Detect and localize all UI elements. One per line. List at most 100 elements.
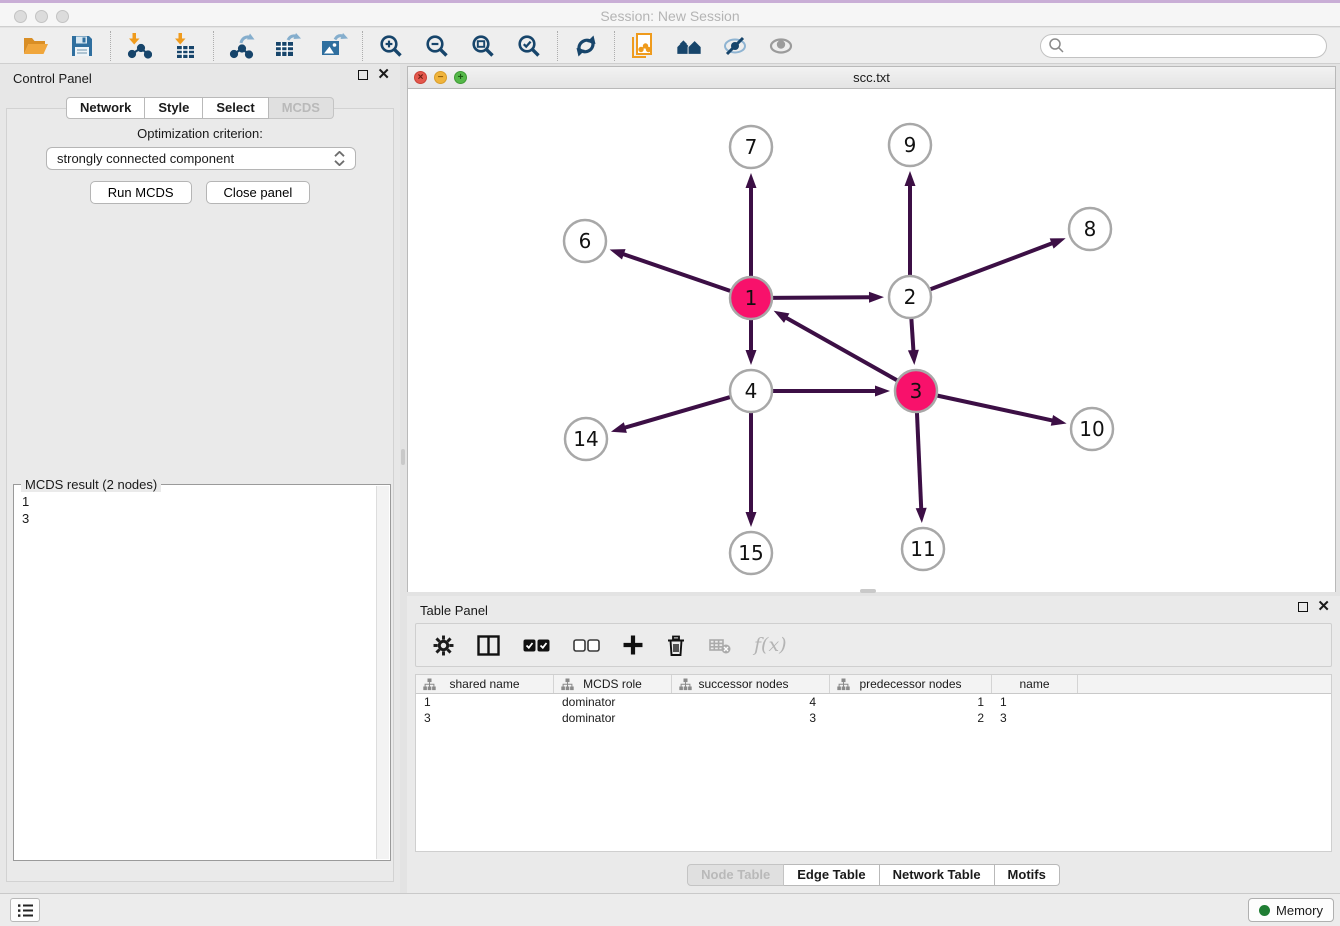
graph-edge-arrowhead — [1050, 238, 1066, 248]
close-panel-icon[interactable]: ✕ — [377, 70, 390, 80]
tab-mcds[interactable]: MCDS — [269, 97, 334, 119]
splitter-handle[interactable] — [860, 589, 876, 593]
status-bar: Memory — [0, 893, 1340, 926]
tab-network[interactable]: Network — [66, 97, 145, 119]
graph-node-8[interactable]: 8 — [1069, 208, 1111, 250]
export-network-icon[interactable] — [228, 32, 256, 60]
column-header[interactable]: shared name — [416, 675, 554, 693]
graph-edge-arrowhead — [611, 422, 627, 433]
table-toolbar: f(x) — [415, 623, 1332, 667]
column-header[interactable]: MCDS role — [554, 675, 672, 693]
svg-text:10: 10 — [1079, 417, 1104, 441]
tab-edge-table[interactable]: Edge Table — [784, 864, 879, 886]
memory-label: Memory — [1276, 903, 1323, 918]
graph-edge-2-3[interactable] — [911, 316, 913, 352]
graph-node-4[interactable]: 4 — [730, 370, 772, 412]
delete-column-icon[interactable] — [666, 635, 686, 656]
open-session-icon[interactable] — [22, 32, 50, 60]
criterion-select[interactable]: strongly connected component — [46, 147, 356, 170]
svg-text:6: 6 — [579, 229, 592, 253]
run-mcds-button[interactable]: Run MCDS — [90, 181, 192, 204]
save-session-icon[interactable] — [68, 32, 96, 60]
zoom-in-icon[interactable] — [377, 32, 405, 60]
zoom-selected-icon[interactable] — [515, 32, 543, 60]
graph-edge-arrowhead — [916, 508, 927, 523]
gear-icon[interactable] — [433, 635, 454, 656]
float-panel-icon[interactable] — [358, 70, 368, 80]
graph-edge-1-6[interactable] — [622, 254, 733, 292]
graph-edge-3-1[interactable] — [785, 317, 899, 382]
graph-edge-3-10[interactable] — [935, 395, 1054, 421]
splitter-handle[interactable] — [401, 449, 405, 465]
memory-button[interactable]: Memory — [1248, 898, 1334, 922]
node-table[interactable]: shared name MCDS role successor nodes pr… — [415, 674, 1332, 852]
network-graph: 1 2 3 4 6 7 8 9 10 11 14 15 — [408, 89, 1335, 592]
task-history-button[interactable] — [10, 898, 40, 922]
graph-edge-4-14[interactable] — [623, 396, 732, 428]
float-panel-icon[interactable] — [1298, 602, 1308, 612]
graph-node-11[interactable]: 11 — [902, 528, 944, 570]
export-table-icon[interactable] — [274, 32, 302, 60]
graph-node-15[interactable]: 15 — [730, 532, 772, 574]
mcds-panel: Optimization criterion: strongly connect… — [6, 108, 394, 882]
hide-panels-icon[interactable] — [721, 32, 749, 60]
svg-text:15: 15 — [738, 541, 763, 565]
tab-select[interactable]: Select — [203, 97, 268, 119]
session-title: Session: New Session — [0, 3, 1340, 27]
add-column-icon[interactable] — [623, 635, 643, 655]
graph-edge-2-8[interactable] — [928, 243, 1054, 291]
tab-motifs[interactable]: Motifs — [995, 864, 1060, 886]
network-window-titlebar[interactable]: × − + scc.txt — [408, 67, 1335, 89]
graph-node-2[interactable]: 2 — [889, 276, 931, 318]
svg-text:2: 2 — [904, 285, 917, 309]
graph-node-9[interactable]: 9 — [889, 124, 931, 166]
tab-network-table[interactable]: Network Table — [880, 864, 995, 886]
criterion-value: strongly connected component — [57, 151, 234, 166]
column-header[interactable]: predecessor nodes — [830, 675, 992, 693]
graph-node-6[interactable]: 6 — [564, 220, 606, 262]
import-table-icon[interactable] — [171, 32, 199, 60]
open-network-file-icon[interactable] — [629, 32, 657, 60]
graph-node-14[interactable]: 14 — [565, 418, 607, 460]
flow-icon — [837, 678, 850, 691]
select-stepper-icon — [334, 151, 345, 166]
deselect-all-icon[interactable] — [573, 639, 600, 652]
close-panel-icon[interactable]: ✕ — [1317, 602, 1330, 612]
graph-edge-arrowhead — [746, 350, 757, 365]
table-row[interactable]: 1 dominator 4 1 1 — [416, 694, 1331, 710]
svg-text:4: 4 — [745, 379, 758, 403]
result-scrollbar[interactable] — [376, 486, 389, 859]
function-builder-icon: f(x) — [754, 634, 787, 656]
zoom-fit-icon[interactable] — [469, 32, 497, 60]
column-header[interactable]: name — [992, 675, 1078, 693]
graph-node-3[interactable]: 3 — [895, 370, 937, 412]
table-row[interactable]: 3 dominator 3 2 3 — [416, 710, 1331, 726]
table-header-row: shared name MCDS role successor nodes pr… — [416, 675, 1331, 694]
import-network-icon[interactable] — [125, 32, 153, 60]
close-panel-button[interactable]: Close panel — [206, 181, 311, 204]
graph-node-10[interactable]: 10 — [1071, 408, 1113, 450]
network-canvas[interactable]: 1 2 3 4 6 7 8 9 10 11 14 15 — [408, 89, 1335, 592]
zoom-out-icon[interactable] — [423, 32, 451, 60]
columns-icon[interactable] — [477, 635, 500, 656]
home-layout-icon[interactable] — [675, 32, 703, 60]
search-icon — [1048, 37, 1065, 54]
export-image-icon[interactable] — [320, 32, 348, 60]
table-panel: Table Panel ✕ f(x) — [407, 596, 1340, 893]
search-box[interactable] — [1040, 34, 1327, 58]
tab-style[interactable]: Style — [145, 97, 203, 119]
graph-edge-1-2[interactable] — [770, 297, 871, 298]
select-all-icon[interactable] — [523, 639, 550, 652]
graph-edge-arrowhead — [869, 292, 884, 303]
column-header[interactable]: successor nodes — [672, 675, 830, 693]
network-window-title: scc.txt — [408, 67, 1335, 89]
graph-edge-arrowhead — [746, 173, 757, 188]
graph-edge-3-11[interactable] — [917, 410, 921, 510]
graph-node-1[interactable]: 1 — [730, 277, 772, 319]
tab-node-table[interactable]: Node Table — [687, 864, 784, 886]
show-panels-icon[interactable] — [767, 32, 795, 60]
refresh-view-icon[interactable] — [572, 32, 600, 60]
search-input[interactable] — [1065, 38, 1319, 53]
graph-node-7[interactable]: 7 — [730, 126, 772, 168]
table-panel-title: Table Panel — [420, 603, 488, 618]
